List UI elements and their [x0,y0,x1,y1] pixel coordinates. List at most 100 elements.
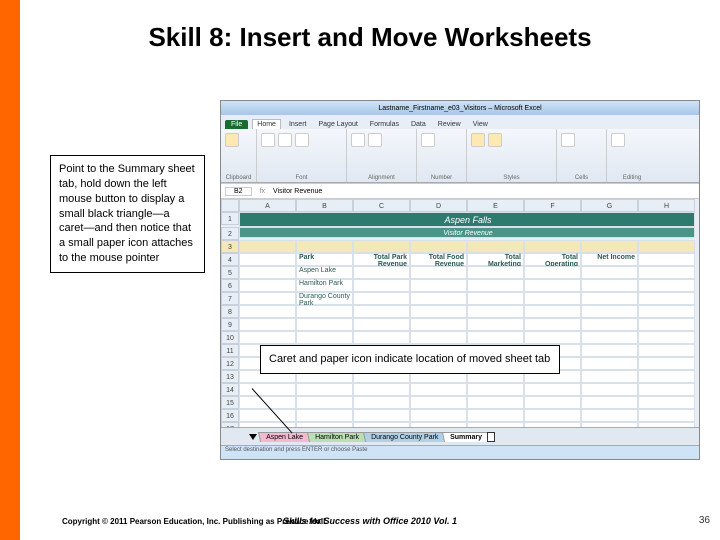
cell[interactable] [638,279,695,292]
ribbon-tab-view[interactable]: View [469,120,492,129]
cell[interactable] [581,370,638,383]
cell[interactable] [467,383,524,396]
cell[interactable] [296,396,353,409]
cell[interactable] [581,331,638,344]
cell[interactable] [353,396,410,409]
cell[interactable] [581,318,638,331]
cell[interactable]: Hamilton Park [296,279,353,292]
cell[interactable] [467,396,524,409]
cell[interactable] [353,240,410,253]
cell[interactable] [410,266,467,279]
cell[interactable] [581,240,638,253]
cell[interactable] [296,331,353,344]
cell[interactable] [467,409,524,422]
col-header[interactable]: A [239,199,296,212]
cell[interactable] [239,305,296,318]
cell[interactable] [296,318,353,331]
cell[interactable] [524,318,581,331]
cell[interactable] [239,266,296,279]
editing-button[interactable] [611,133,625,147]
cell[interactable] [467,318,524,331]
font-button[interactable] [295,133,309,147]
cell[interactable] [581,396,638,409]
cell[interactable] [239,318,296,331]
align-button[interactable] [368,133,382,147]
cell[interactable] [638,344,695,357]
row-header[interactable]: 10 [221,331,239,344]
cell[interactable]: Total Operating Costs [524,253,581,266]
sheet-tab-summary[interactable]: Summary [442,432,490,442]
align-button[interactable] [351,133,365,147]
paste-button[interactable] [225,133,239,147]
formula-bar[interactable]: Visitor Revenue [273,188,322,195]
row-header[interactable]: 8 [221,305,239,318]
row-header[interactable]: 16 [221,409,239,422]
cell[interactable] [638,240,695,253]
cell[interactable] [239,253,296,266]
cell[interactable]: Aspen Lake [296,266,353,279]
cell[interactable] [410,409,467,422]
cell[interactable]: Park [296,253,353,266]
row-header[interactable]: 12 [221,357,239,370]
cell[interactable]: Net Income [581,253,638,266]
cell[interactable] [638,396,695,409]
row-header[interactable]: 2 [221,227,239,240]
cell[interactable] [410,331,467,344]
row-header[interactable]: 7 [221,292,239,305]
cell[interactable] [239,279,296,292]
styles-button[interactable] [471,133,485,147]
cell[interactable] [239,331,296,344]
cell[interactable] [296,409,353,422]
styles-button[interactable] [488,133,502,147]
sheet-tab-aspen[interactable]: Aspen Lake [258,432,311,442]
subbanner-cell[interactable]: Visitor Revenue [239,227,695,238]
cell[interactable] [467,279,524,292]
select-all-corner[interactable] [221,199,239,212]
cell[interactable] [239,409,296,422]
cell[interactable] [353,279,410,292]
col-header[interactable]: D [410,199,467,212]
cell[interactable] [410,240,467,253]
cell[interactable] [467,266,524,279]
cell[interactable] [239,240,296,253]
col-header[interactable]: G [581,199,638,212]
cell[interactable] [638,331,695,344]
row-header[interactable]: 11 [221,344,239,357]
cell[interactable] [467,292,524,305]
row-header[interactable]: 3 [221,240,239,253]
cell[interactable]: Total Park Revenue [353,253,410,266]
cell[interactable] [296,305,353,318]
cell[interactable] [638,266,695,279]
cell[interactable] [353,331,410,344]
cell[interactable] [524,279,581,292]
ribbon-tab-pagelayout[interactable]: Page Layout [314,120,361,129]
cell[interactable]: Durango County Park [296,292,353,305]
name-box[interactable]: B2 [225,187,252,196]
cell[interactable] [353,266,410,279]
cell[interactable] [524,266,581,279]
cell[interactable] [524,409,581,422]
col-header[interactable]: F [524,199,581,212]
cell[interactable] [638,357,695,370]
cell[interactable] [353,409,410,422]
cell[interactable] [524,240,581,253]
cell[interactable] [638,370,695,383]
file-tab[interactable]: File [225,120,248,129]
row-header[interactable]: 4 [221,253,239,266]
cell[interactable] [524,396,581,409]
cell[interactable] [353,318,410,331]
cell[interactable] [410,318,467,331]
col-header[interactable]: H [638,199,695,212]
row-header[interactable]: 14 [221,383,239,396]
cell[interactable] [410,396,467,409]
cell[interactable] [581,357,638,370]
cell[interactable] [581,383,638,396]
ribbon-tab-insert[interactable]: Insert [285,120,311,129]
cell[interactable] [467,305,524,318]
cell[interactable] [581,305,638,318]
cell[interactable] [467,240,524,253]
cell[interactable] [638,409,695,422]
cell[interactable] [581,344,638,357]
cell[interactable] [581,279,638,292]
cell[interactable] [296,383,353,396]
